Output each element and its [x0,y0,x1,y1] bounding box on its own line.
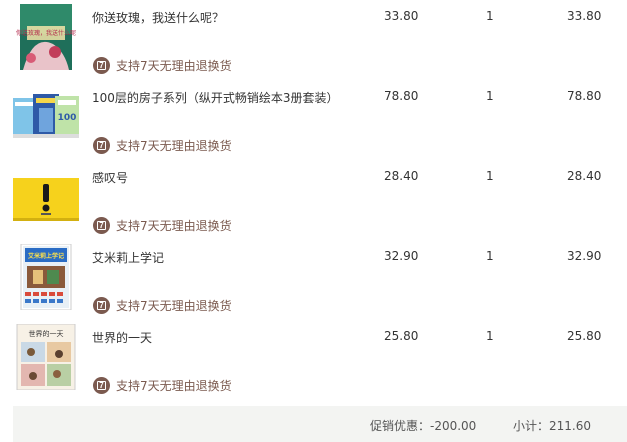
order-item-list: 你送玫瑰，我送什么呢 你送玫瑰，我送什么呢？ 33.80 1 33.80 7 支… [0,0,627,400]
seven-day-return-icon: 7 [93,56,110,74]
quantity: 1 [486,329,494,343]
item-title-link[interactable]: 世界的一天 [92,329,152,346]
quantity: 1 [486,169,494,183]
quantity: 1 [486,9,494,23]
return-policy-text: 支持7天无理由退换货 [116,138,232,153]
unit-price: 33.80 [384,9,419,23]
return-policy-text: 支持7天无理由退换货 [116,58,232,73]
item-title-link[interactable]: 你送玫瑰，我送什么呢？ [92,9,224,26]
promotion-discount: 促销优惠：-200.00 [370,419,477,433]
order-item-row: 你送玫瑰，我送什么呢 你送玫瑰，我送什么呢？ 33.80 1 33.80 7 支… [0,0,627,80]
seven-day-return-icon: 7 [93,216,110,234]
quantity: 1 [486,89,494,103]
item-subtotal: 33.80 [567,9,602,23]
return-policy-link[interactable]: 7 支持7天无理由退换货 [93,296,232,314]
seven-day-return-icon: 7 [93,296,110,314]
unit-price: 25.80 [384,329,419,343]
unit-price: 28.40 [384,169,419,183]
book-cover-rose-icon[interactable]: 你送玫瑰，我送什么呢 [13,4,79,70]
item-subtotal: 25.80 [567,329,602,343]
item-subtotal: 28.40 [567,169,602,183]
unit-price: 32.90 [384,249,419,263]
return-policy-link[interactable]: 7 支持7天无理由退换货 [93,56,232,74]
order-item-row: 感叹号 28.40 1 28.40 7 支持7天无理由退换货 [0,160,627,240]
return-policy-text: 支持7天无理由退换货 [116,378,232,393]
seven-day-return-icon: 7 [93,376,110,394]
order-item-row: 世界的一天 世界的一天 25.80 1 25.80 7 支持7天无理由退换货 [0,320,627,400]
cover-title: 艾米莉上学记 [28,252,64,260]
return-policy-link[interactable]: 7 支持7天无理由退换货 [93,376,232,394]
unit-price: 78.80 [384,89,419,103]
return-policy-link[interactable]: 7 支持7天无理由退换货 [93,136,232,154]
return-policy-text: 支持7天无理由退换货 [116,218,232,233]
cover-title: 世界的一天 [29,329,64,338]
item-title-link[interactable]: 感叹号 [92,169,128,186]
item-subtotal: 32.90 [567,249,602,263]
item-title-link[interactable]: 艾米莉上学记 [92,249,164,266]
item-subtotal: 78.80 [567,89,602,103]
order-subtotal: 小计：211.60 [513,419,591,433]
svg-text:100: 100 [58,113,77,123]
cover-title: 你送玫瑰，我送什么呢 [16,29,76,37]
book-cover-exclamation-icon[interactable] [13,164,79,230]
return-policy-text: 支持7天无理由退换货 [116,298,232,313]
item-title-link[interactable]: 100层的房子系列（纵开式畅销绘本3册套装） [92,89,339,106]
book-set-house-icon[interactable]: 100 [13,84,79,150]
seven-day-return-icon: 7 [93,136,110,154]
order-item-row: 艾米莉上学记 艾米莉上学记 32.90 1 32.90 7 支持7天无理由退换货 [0,240,627,320]
book-cover-school-icon[interactable]: 艾米莉上学记 [13,244,79,310]
quantity: 1 [486,249,494,263]
return-policy-link[interactable]: 7 支持7天无理由退换货 [93,216,232,234]
order-summary-bar: 促销优惠：-200.00 小计：211.60 [13,406,627,442]
order-item-row: 100 100层的房子系列（纵开式畅销绘本3册套装） 78.80 1 78.80… [0,80,627,160]
book-cover-world-icon[interactable]: 世界的一天 [13,324,79,390]
